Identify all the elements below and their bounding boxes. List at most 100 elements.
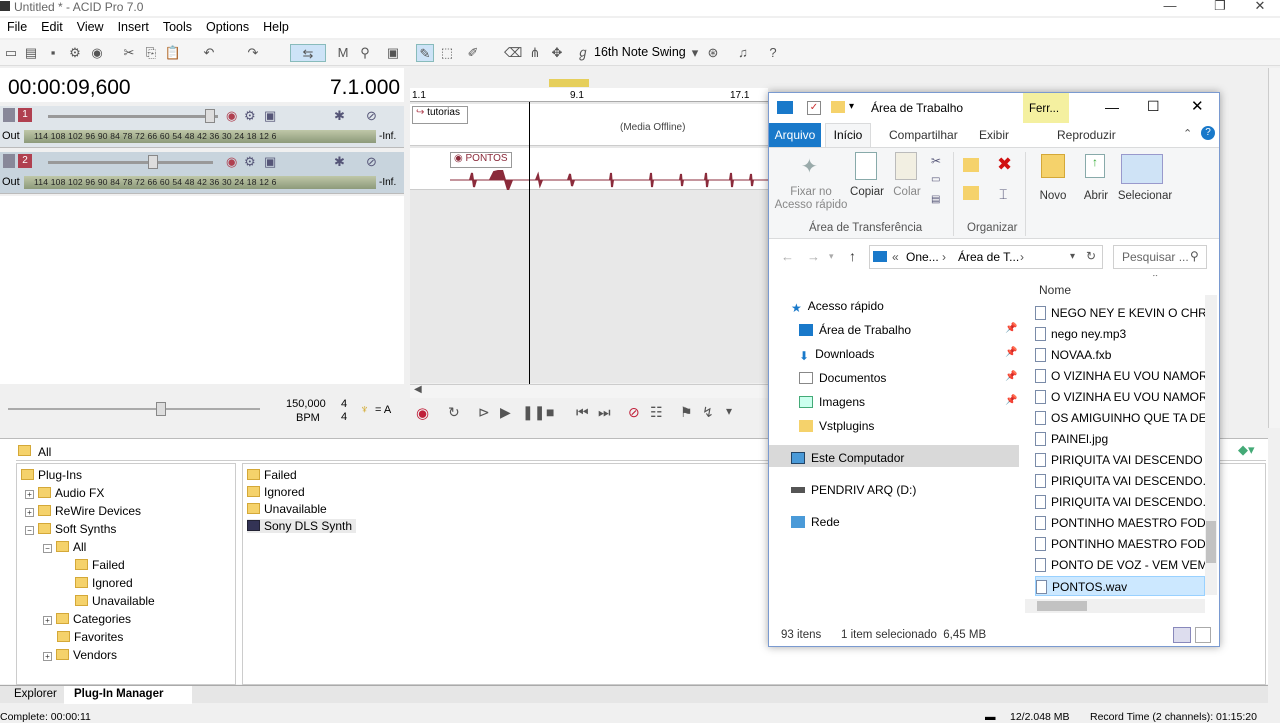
move-to-icon[interactable] bbox=[963, 158, 979, 172]
list-item[interactable]: Sony DLS Synth bbox=[247, 519, 357, 533]
tab-reproduzir[interactable]: Reproduzir bbox=[1057, 128, 1116, 142]
save-icon[interactable]: ▪ bbox=[44, 44, 62, 62]
nav-this-pc[interactable]: Este Computador bbox=[791, 451, 904, 465]
breadcrumb-desktop[interactable]: Área de T... bbox=[958, 250, 1019, 264]
pin-icon[interactable]: 📌 bbox=[1005, 347, 1017, 358]
solo-icon[interactable]: ⊘ bbox=[366, 108, 377, 124]
scroll-left-icon[interactable]: ◀ bbox=[414, 384, 422, 395]
cut-icon[interactable]: ✂ bbox=[931, 154, 941, 168]
link-icon[interactable]: ⚲ bbox=[356, 44, 374, 62]
pin-icon[interactable]: 📌 bbox=[1005, 323, 1017, 334]
menu-file[interactable]: File bbox=[0, 18, 34, 36]
search-input[interactable]: Pesquisar ... bbox=[1122, 250, 1189, 264]
nav-downloads[interactable]: ⬇ Downloads bbox=[799, 347, 874, 363]
file-row[interactable]: PONTO DE VOZ - VEM VEM bbox=[1035, 555, 1205, 575]
groove-select[interactable]: 16th Note Swing bbox=[594, 45, 686, 59]
tree-item-plugins[interactable]: Plug-Ins bbox=[21, 468, 82, 482]
record-arm-icon[interactable]: ◉ bbox=[226, 154, 237, 170]
tab-tools[interactable]: Ferr... bbox=[1023, 93, 1069, 123]
select-button[interactable]: Selecionar bbox=[1115, 190, 1175, 203]
chevron-down-icon[interactable]: ▾ bbox=[726, 404, 732, 418]
key-display[interactable]: = A bbox=[375, 404, 391, 416]
collapse-icon[interactable]: − bbox=[43, 544, 52, 553]
list-item[interactable]: Ignored bbox=[247, 485, 305, 499]
file-row[interactable]: O VIZINHA EU VOU NAMORA bbox=[1035, 387, 1205, 407]
list-item[interactable]: Failed bbox=[247, 468, 297, 482]
folder-icon[interactable] bbox=[831, 101, 845, 113]
up-icon[interactable]: ↑ bbox=[849, 248, 856, 264]
nav-images[interactable]: Imagens bbox=[799, 395, 865, 409]
record-arm-icon[interactable]: ◉ bbox=[226, 108, 237, 124]
new-button[interactable]: Novo bbox=[1035, 190, 1071, 203]
collapse-icon[interactable]: − bbox=[25, 526, 34, 535]
file-row[interactable]: NOVAA.fxb bbox=[1035, 345, 1205, 365]
track-lane-1[interactable]: ↪ tutorias (Media Offline) bbox=[410, 104, 768, 146]
search-box[interactable]: Pesquisar ... ⚲ bbox=[1113, 245, 1207, 269]
list-item[interactable]: Unavailable bbox=[247, 502, 327, 516]
envelope-tool-icon[interactable]: ⋔ bbox=[526, 44, 544, 62]
file-row[interactable]: O VIZINHA EU VOU NAMORA bbox=[1035, 366, 1205, 386]
open-button[interactable]: Abrir bbox=[1079, 190, 1113, 203]
collapse-ribbon-icon[interactable]: ⌃ bbox=[1183, 127, 1192, 140]
settings-icon[interactable]: ✱ bbox=[334, 108, 345, 124]
tree-item-vendors[interactable]: + Vendors bbox=[43, 648, 117, 662]
open-icon[interactable]: ▤ bbox=[22, 44, 40, 62]
snap-icon[interactable]: ⇆ bbox=[290, 44, 326, 62]
tab-inicio[interactable]: Início bbox=[825, 123, 871, 147]
file-row[interactable]: PIRIQUITA VAI DESCENDO.mp bbox=[1035, 492, 1205, 512]
copy-icon[interactable]: ⎘ bbox=[142, 44, 160, 62]
scrub-icon[interactable]: ↯ bbox=[702, 404, 714, 421]
loop-region[interactable] bbox=[549, 79, 589, 87]
record-icon[interactable]: ◉ bbox=[416, 404, 429, 422]
draw-tool-icon[interactable]: ✎ bbox=[416, 44, 434, 62]
redo-icon[interactable]: ↷ bbox=[244, 44, 262, 62]
close-icon[interactable]: ✕ bbox=[1240, 0, 1280, 14]
help-icon[interactable]: ? bbox=[764, 44, 782, 62]
split-tool-icon[interactable]: ✥ bbox=[548, 44, 566, 62]
tree-item-favorites[interactable]: Favorites bbox=[57, 630, 123, 644]
volume-thumb[interactable] bbox=[205, 109, 215, 123]
maximize-icon[interactable]: ☐ bbox=[1147, 98, 1160, 115]
address-bar[interactable]: « One... › Área de T... › ▾ ↻ bbox=[869, 245, 1103, 269]
metronome-toggle-icon[interactable]: ⊘ bbox=[628, 404, 640, 421]
event-pontos[interactable]: ◉ PONTOS bbox=[450, 152, 512, 168]
go-to-end-icon[interactable]: ⏭ bbox=[598, 404, 611, 421]
tree-item-all[interactable]: − All bbox=[43, 540, 86, 554]
nav-desktop[interactable]: Área de Trabalho bbox=[799, 323, 911, 337]
loop-icon[interactable]: ▣ bbox=[384, 44, 402, 62]
tab-exibir[interactable]: Exibir bbox=[979, 128, 1009, 142]
menu-edit[interactable]: Edit bbox=[34, 18, 70, 36]
volume-slider[interactable] bbox=[48, 115, 218, 118]
file-row[interactable]: PONTINHO MAESTRO FODA bbox=[1035, 513, 1205, 533]
chevron-down-icon[interactable]: ▾ bbox=[849, 101, 854, 112]
expand-icon[interactable]: + bbox=[25, 490, 34, 499]
tempo-thumb[interactable] bbox=[156, 402, 166, 416]
cut-icon[interactable]: ✂ bbox=[120, 44, 138, 62]
copy-path-icon[interactable]: ▭ bbox=[931, 174, 940, 185]
tab-plugin-manager[interactable]: Plug-In Manager bbox=[64, 686, 192, 704]
render-icon[interactable]: ⚙ bbox=[66, 44, 84, 62]
pin-quick-access-button[interactable]: Fixar no Acesso rápido bbox=[773, 186, 849, 212]
tree-item-audio-fx[interactable]: + Audio FX bbox=[25, 486, 104, 500]
fx-icon[interactable]: ⚙ bbox=[244, 154, 256, 170]
menu-tools[interactable]: Tools bbox=[156, 18, 199, 36]
file-list-hscrollbar[interactable] bbox=[1025, 599, 1205, 613]
envelope-icon[interactable]: M bbox=[334, 44, 352, 62]
file-row[interactable]: nego ney.mp3 bbox=[1035, 324, 1205, 344]
play-from-start-icon[interactable]: ⊳ bbox=[478, 404, 490, 421]
loop-playback-icon[interactable]: ↻ bbox=[448, 404, 460, 421]
pin-icon[interactable]: 📌 bbox=[1005, 395, 1017, 406]
playhead[interactable] bbox=[529, 102, 530, 384]
plugin-view-icon[interactable]: ◆▾ bbox=[1238, 442, 1255, 458]
chevron-down-icon[interactable]: ▾ bbox=[829, 251, 834, 262]
plugin-path[interactable]: All bbox=[38, 445, 51, 459]
file-row[interactable]: OS AMIGUINHO QUE TA DE F bbox=[1035, 408, 1205, 428]
file-row-selected[interactable]: PONTOS.wav bbox=[1035, 576, 1205, 596]
tab-arquivo[interactable]: Arquivo bbox=[769, 123, 821, 147]
undo-icon[interactable]: ↶ bbox=[200, 44, 218, 62]
tree-item-failed[interactable]: Failed bbox=[75, 558, 125, 572]
nav-documents[interactable]: Documentos bbox=[799, 371, 886, 385]
erase-tool-icon[interactable]: ⌫ bbox=[504, 44, 522, 62]
stop-icon[interactable]: ■ bbox=[546, 404, 554, 420]
forward-icon[interactable]: → bbox=[807, 249, 820, 264]
